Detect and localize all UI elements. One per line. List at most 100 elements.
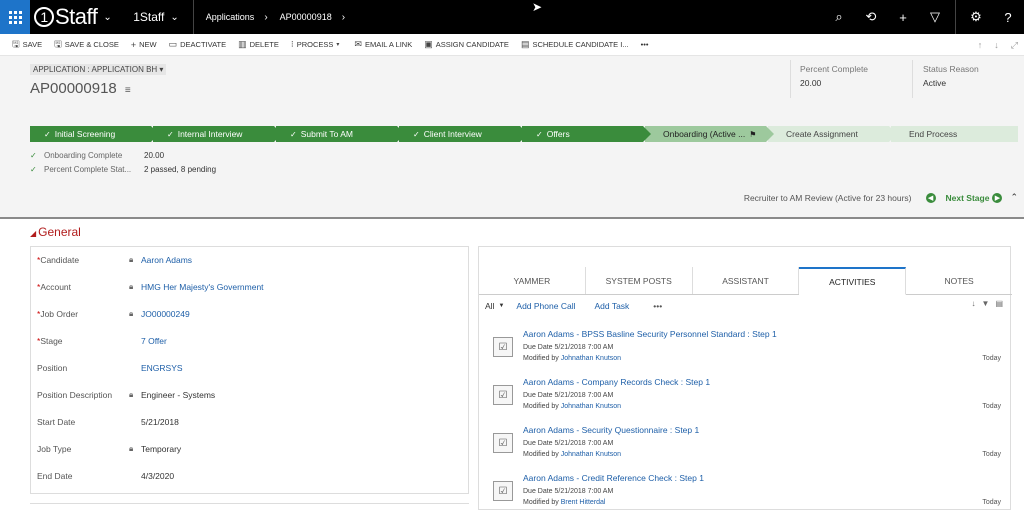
help-icon[interactable]: ? <box>992 0 1024 34</box>
chevron-down-icon: ▾ <box>159 65 164 74</box>
save-close-button[interactable]: 🖫 SAVE & CLOSE <box>54 37 119 53</box>
candidate-link[interactable]: Aaron Adams <box>141 255 192 265</box>
view-icon[interactable]: ▤ <box>995 299 1003 308</box>
schedule-candidate-button[interactable]: ▤ SCHEDULE CANDIDATE I... <box>521 39 629 50</box>
collapse-icon[interactable]: ⌃ <box>1010 192 1018 203</box>
deactivate-button[interactable]: ▭ DEACTIVATE <box>169 39 227 50</box>
field-position: Position ENGRSYS <box>37 361 183 375</box>
brand-mark: 1 <box>34 7 54 27</box>
position-link[interactable]: ENGRSYS <box>141 363 183 373</box>
filter-icon[interactable]: ▽ <box>919 0 951 34</box>
record-nav: ↑ ↓ ⤢ <box>978 34 1018 56</box>
stage-initial-screening[interactable]: ✓ Initial Screening <box>30 126 159 142</box>
modified-by-link[interactable]: Johnathan Knutson <box>561 355 621 362</box>
stage-offers[interactable]: ✓ Offers <box>522 126 651 142</box>
activity-item[interactable]: ☑ Aaron Adams - BPSS Basline Security Pe… <box>493 329 1007 375</box>
form-selector[interactable]: APPLICATION : APPLICATION BH ▾ <box>30 64 167 75</box>
account-link[interactable]: HMG Her Majesty's Government <box>141 282 264 292</box>
more-actions-button[interactable]: ••• <box>653 301 662 311</box>
tab-notes[interactable]: NOTES <box>906 267 1012 294</box>
delete-button[interactable]: ▥ DELETE <box>238 39 279 50</box>
breadcrumb-area: Applications <box>205 12 255 22</box>
app-launcher-button[interactable] <box>0 0 30 34</box>
check-icon: ✓ <box>413 129 420 139</box>
schedule-candidate-label: SCHEDULE CANDIDATE I... <box>532 40 629 49</box>
breadcrumb-applications[interactable]: Applications › <box>206 12 268 23</box>
tab-assistant[interactable]: ASSISTANT <box>693 267 800 294</box>
more-commands-button[interactable]: ••• <box>641 40 649 49</box>
stage-internal-interview[interactable]: ✓ Internal Interview <box>153 126 282 142</box>
modified-by-link[interactable]: Johnathan Knutson <box>561 451 621 458</box>
previous-stage-icon[interactable]: ◀ <box>925 192 936 203</box>
create-icon[interactable]: + <box>887 0 919 34</box>
activity-due-date: Due Date 5/21/2018 7:00 AM <box>523 488 614 495</box>
checklist-value[interactable]: 2 passed, 8 pending <box>144 165 216 174</box>
activity-title[interactable]: Aaron Adams - Credit Reference Check : S… <box>523 473 704 483</box>
stage-label: End Process <box>909 129 958 139</box>
activity-item[interactable]: ☑ Aaron Adams - Credit Reference Check :… <box>493 473 1007 510</box>
field-label: Position Description <box>37 390 113 400</box>
stage-end-process[interactable]: End Process <box>891 126 1018 142</box>
add-task-button[interactable]: Add Task <box>594 301 629 311</box>
social-pane: YAMMER SYSTEM POSTS ASSISTANT ACTIVITIES… <box>478 246 1012 510</box>
checklist-value[interactable]: 20.00 <box>144 151 164 160</box>
task-icon: ☑ <box>493 385 513 405</box>
record-id-text: AP00000918 <box>30 80 117 97</box>
field-label: *Account <box>37 282 72 292</box>
stage-submit-to-am[interactable]: ✓ Submit To AM <box>276 126 405 142</box>
brand-logo[interactable]: 1 Staff ⌄ <box>34 4 112 30</box>
next-stage-button[interactable]: Next Stage <box>946 193 990 203</box>
stage-client-interview[interactable]: ✓ Client Interview <box>399 126 528 142</box>
tab-yammer[interactable]: YAMMER <box>479 267 586 294</box>
activity-title[interactable]: Aaron Adams - Security Questionnaire : S… <box>523 425 699 435</box>
mouse-cursor-icon: ➤ <box>532 0 543 14</box>
check-icon: ✓ <box>44 129 51 139</box>
activity-title[interactable]: Aaron Adams - Company Records Check : St… <box>523 377 710 387</box>
percent-complete-field: Percent Complete 20.00 <box>800 64 868 88</box>
status-reason-value: Active <box>923 78 947 88</box>
chevron-down-icon[interactable]: ▼ <box>498 303 504 309</box>
recent-icon[interactable]: ⟲ <box>855 0 887 34</box>
job-order-link[interactable]: JO00000249 <box>141 309 190 319</box>
save-button[interactable]: 🖫 SAVE <box>12 37 42 53</box>
modified-by-link[interactable]: Johnathan Knutson <box>561 403 621 410</box>
list-menu-icon[interactable]: ≡ <box>125 85 131 96</box>
assign-candidate-button[interactable]: ▣ ASSIGN CANDIDATE <box>424 39 509 50</box>
activity-title[interactable]: Aaron Adams - BPSS Basline Security Pers… <box>523 329 777 339</box>
lock-icon: 🔒︎ <box>129 309 134 318</box>
process-button[interactable]: ⁝ PROCESS ▾ <box>291 39 343 50</box>
arrow-up-icon[interactable]: ↑ <box>978 40 983 50</box>
modified-by-link[interactable]: Brent Hitterdal <box>561 499 606 506</box>
activity-item[interactable]: ☑ Aaron Adams - Security Questionnaire :… <box>493 425 1007 471</box>
task-icon: ☑ <box>493 433 513 453</box>
stage-label: Internal Interview <box>177 129 243 139</box>
arrow-down-icon[interactable]: ↓ <box>994 40 999 50</box>
tab-activities[interactable]: ACTIVITIES <box>799 267 907 295</box>
add-phone-call-button[interactable]: Add Phone Call <box>516 301 575 311</box>
activity-filter[interactable]: All <box>485 301 494 311</box>
activity-item[interactable]: ☑ Aaron Adams - Company Records Check : … <box>493 377 1007 423</box>
next-stage-icon[interactable]: ▶ <box>992 192 1003 203</box>
filter-icon[interactable]: ▼ <box>982 299 990 308</box>
modified-prefix: Modified by <box>523 355 561 362</box>
stage-create-assignment[interactable]: Create Assignment <box>768 126 897 142</box>
sort-icon[interactable]: ↓ <box>972 299 976 308</box>
start-date-value[interactable]: 5/21/2018 <box>141 417 179 427</box>
breadcrumb-record-id: AP00000918 <box>279 12 332 22</box>
field-label: *Candidate <box>37 255 80 265</box>
end-date-value[interactable]: 4/3/2020 <box>141 471 174 481</box>
stage-navigation: Recruiter to AM Review (Active for 23 ho… <box>744 192 1018 203</box>
process-bar: ✓ Initial Screening ✓ Internal Interview ✓… <box>30 126 1020 142</box>
new-button[interactable]: + NEW <box>131 40 157 50</box>
breadcrumb-record[interactable]: AP00000918 › <box>280 12 345 23</box>
app-switcher[interactable]: 1Staff ⌄ <box>133 10 179 24</box>
popout-icon[interactable]: ⤢ <box>1011 40 1018 51</box>
gear-icon[interactable]: ⚙ <box>960 0 992 34</box>
section-general-title[interactable]: ◢ General <box>30 225 81 239</box>
activity-modified: Modified by Johnathan Knutson <box>523 355 621 362</box>
tab-system-posts[interactable]: SYSTEM POSTS <box>586 267 693 294</box>
stage-link[interactable]: 7 Offer <box>141 336 167 346</box>
search-icon[interactable]: ⌕ <box>823 0 855 34</box>
email-link-button[interactable]: ✉ EMAIL A LINK <box>354 39 412 50</box>
stage-onboarding[interactable]: Onboarding (Active ... ⚑ <box>645 126 774 142</box>
